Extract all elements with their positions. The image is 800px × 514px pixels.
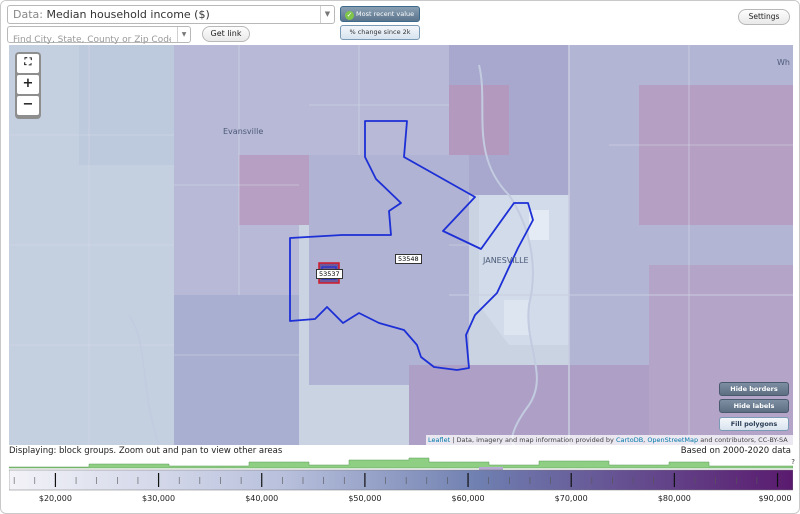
legend-tick-label: $20,000 xyxy=(38,494,72,503)
most-recent-label: Most recent value xyxy=(356,10,415,18)
legend-tick-label: $40,000 xyxy=(245,494,279,503)
zoom-in-button[interactable]: + xyxy=(17,75,39,94)
legend-help-icon[interactable]: ? xyxy=(791,458,795,466)
legend-gradient xyxy=(8,469,794,491)
legend-svg xyxy=(8,457,794,491)
legend-tick-label: $70,000 xyxy=(554,494,588,503)
legend-marker-bar xyxy=(479,467,503,470)
data-select-prefix: Data: xyxy=(13,8,43,21)
legend-tick-label: $60,000 xyxy=(451,494,485,503)
legend-tick-label: $90,000 xyxy=(758,494,792,503)
region-east-purple xyxy=(639,85,793,225)
app-frame: Data: Median household income ($) ▼ ▼ Ge… xyxy=(0,0,800,514)
map-canvas[interactable] xyxy=(9,45,793,445)
legend-histogram xyxy=(8,457,794,469)
zip-label-53537[interactable]: 53537 xyxy=(316,269,343,279)
fullscreen-button[interactable]: ⛶ xyxy=(17,54,39,73)
region-purple-block xyxy=(449,85,509,155)
zip-label-53548[interactable]: 53548 xyxy=(395,254,422,264)
zoom-control: ⛶ + − xyxy=(15,52,41,119)
leaflet-link[interactable]: Leaflet xyxy=(428,436,450,444)
place-label-evansville: Evansville xyxy=(223,127,264,136)
cartodb-link[interactable]: CartoDB xyxy=(616,436,643,444)
region-city-south xyxy=(504,300,529,335)
fill-polygons-button[interactable]: Fill polygons xyxy=(719,417,789,431)
check-icon: ✓ xyxy=(345,11,354,20)
search-box[interactable]: ▼ xyxy=(7,26,191,48)
zoom-out-button[interactable]: − xyxy=(17,96,39,115)
map-attribution: Leaflet | Data, imagery and map informat… xyxy=(426,435,793,445)
status-displaying: Displaying: block groups. Zoom out and p… xyxy=(9,446,283,456)
status-based-on: Based on 2000-2020 data xyxy=(680,446,791,456)
chevron-down-icon[interactable]: ▼ xyxy=(320,6,334,23)
settings-button[interactable]: Settings xyxy=(738,9,790,25)
data-select-value: Median household income ($) xyxy=(46,8,210,21)
legend-tick-label: $30,000 xyxy=(142,494,176,503)
legend-tick-label: $50,000 xyxy=(348,494,382,503)
map-svg xyxy=(9,45,793,445)
attribution-text: | Data, imagery and map information prov… xyxy=(450,436,616,444)
get-link-button[interactable]: Get link xyxy=(202,26,250,42)
hide-borders-button[interactable]: Hide borders xyxy=(719,382,789,396)
place-label-corner: Wh xyxy=(777,58,790,67)
region-northwest xyxy=(79,45,174,165)
attribution-tail: and contributors, CC-BY-SA xyxy=(698,436,788,444)
hide-labels-button[interactable]: Hide labels xyxy=(719,399,789,413)
place-label-janesville: JANESVILLE xyxy=(483,256,529,265)
pct-change-button[interactable]: % change since 2k xyxy=(340,25,420,40)
region-pink-west xyxy=(239,155,309,225)
osm-link[interactable]: OpenStreetMap xyxy=(647,436,698,444)
legend-tick-label: $80,000 xyxy=(657,494,691,503)
data-select[interactable]: Data: Median household income ($) ▼ xyxy=(7,5,335,24)
most-recent-value-button[interactable]: ✓ Most recent value xyxy=(340,6,420,22)
toolbar: Data: Median household income ($) ▼ ▼ Ge… xyxy=(1,1,799,48)
region-southwest-central xyxy=(174,295,299,445)
chevron-down-icon[interactable]: ▼ xyxy=(177,27,190,42)
legend[interactable]: $20,000 $30,000 $40,000 $50,000 $60,000 $70,0… xyxy=(8,456,795,511)
